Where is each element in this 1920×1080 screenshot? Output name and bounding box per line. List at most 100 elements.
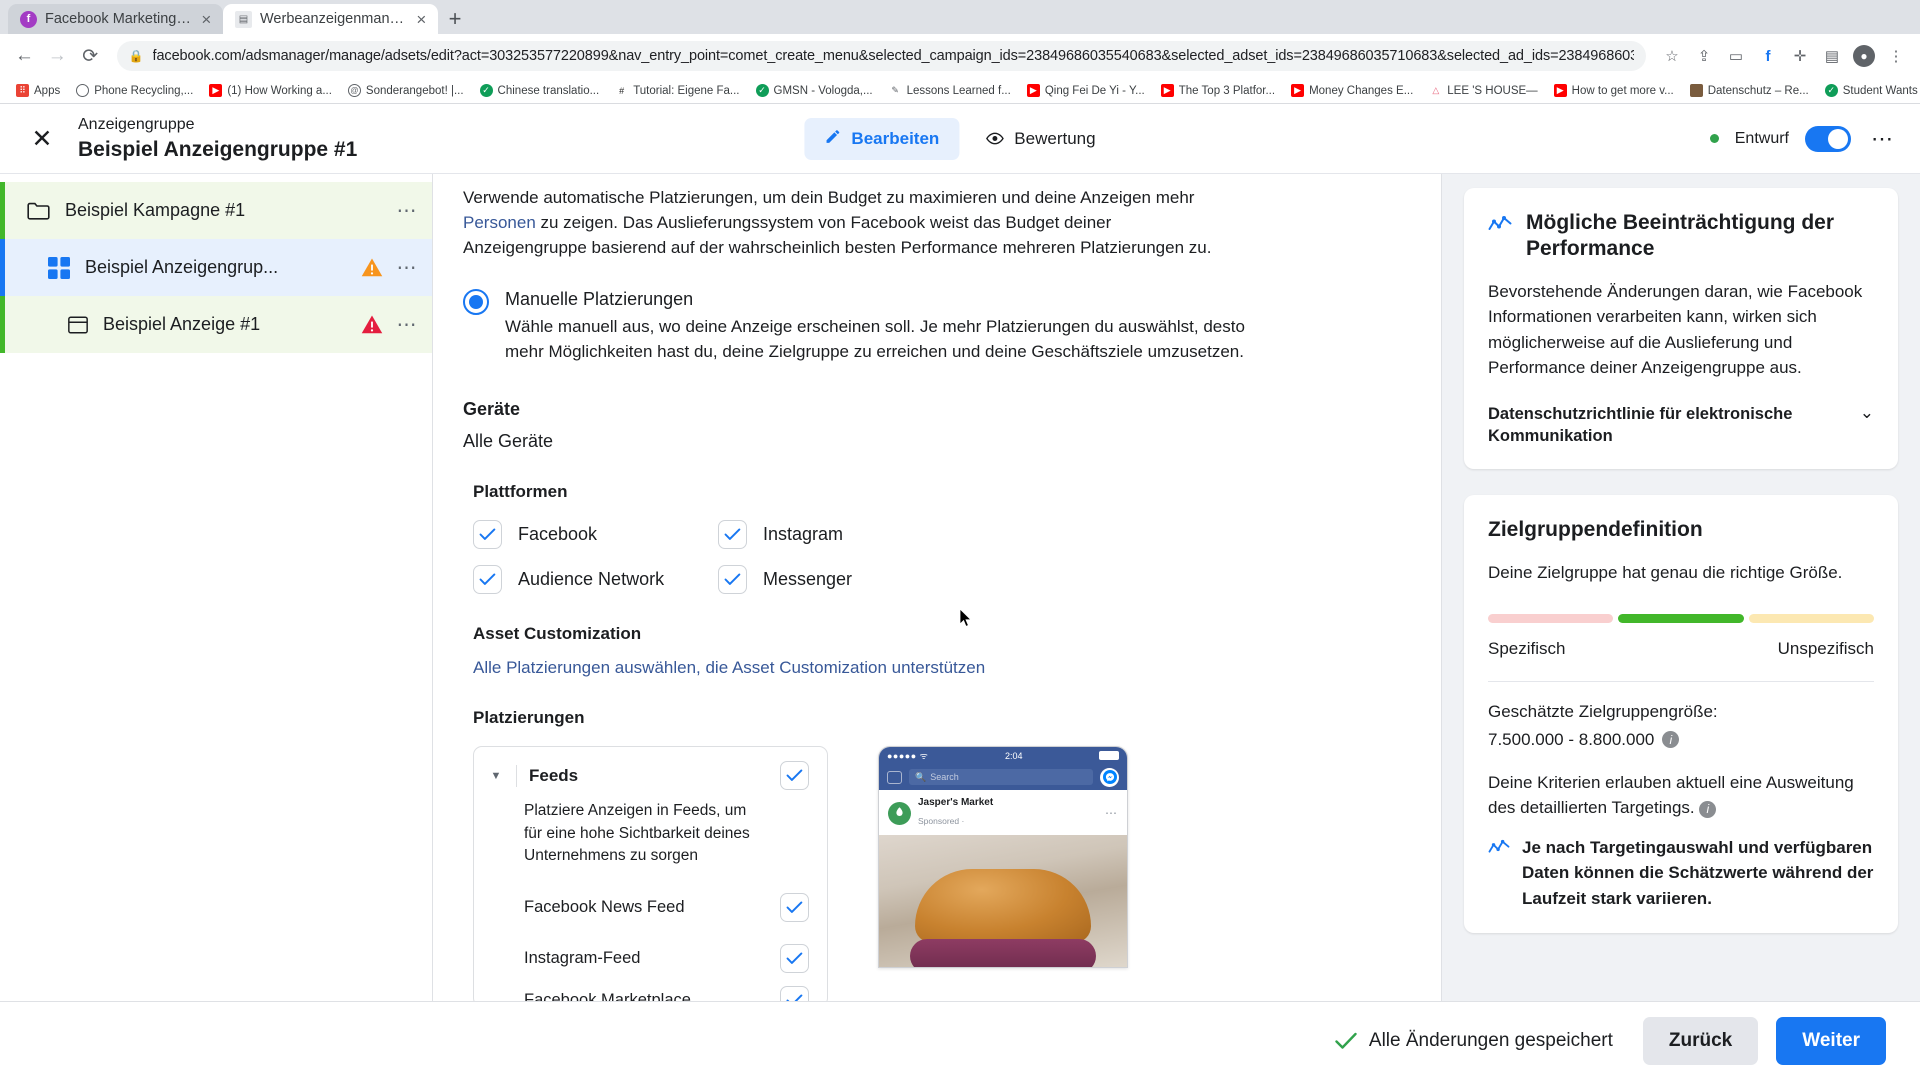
back-button[interactable]: Zurück — [1642, 1017, 1759, 1065]
checkbox-icon[interactable] — [473, 565, 502, 595]
main-scroll-area[interactable]: Verwende automatische Platzierungen, um … — [433, 174, 1441, 1001]
list-icon[interactable]: ▤ — [1818, 42, 1846, 70]
bookmark-item[interactable]: # Tutorial: Eigene Fa... — [607, 80, 747, 102]
warning-triangle-icon[interactable] — [361, 257, 383, 278]
tab-bearbeiten[interactable]: Bearbeiten — [804, 117, 960, 160]
body-row: Beispiel Kampagne #1 ⋯ Beispiel Anzeigen… — [0, 174, 1920, 1001]
platform-checkbox-messenger[interactable]: Messenger — [718, 565, 963, 595]
cast-icon[interactable]: ▭ — [1722, 42, 1750, 70]
performance-card-header: Mögliche Beeinträchtigung der Performanc… — [1488, 210, 1874, 262]
bookmark-item[interactable]: Datenschutz – Re... — [1682, 80, 1817, 102]
placement-row[interactable]: Instagram-Feed — [474, 933, 827, 984]
bookmark-item[interactable]: ⠿ Apps — [8, 80, 68, 102]
sidebar-item-campaign[interactable]: Beispiel Kampagne #1 ⋯ — [0, 182, 432, 239]
sidebar-item-adset[interactable]: Beispiel Anzeigengrup... ⋯ — [0, 239, 432, 296]
tab-bewertung[interactable]: Bewertung — [965, 119, 1115, 159]
address-bar[interactable]: 🔒 facebook.com/adsmanager/manage/adsets/… — [116, 41, 1647, 71]
placement-row[interactable]: Facebook News Feed — [474, 882, 827, 933]
placement-group-header[interactable]: ▼ Feeds — [474, 747, 827, 800]
sidebar-item-ad[interactable]: Beispiel Anzeige #1 ⋯ — [0, 296, 432, 353]
close-icon[interactable]: × — [200, 11, 213, 28]
close-icon[interactable]: ✕ — [22, 119, 62, 159]
burger-filling — [910, 938, 1096, 968]
bookmark-item[interactable]: ✓ Student Wants an... — [1817, 80, 1920, 102]
browser-tab-2[interactable]: ▤ Werbeanzeigenmanager - Wer × — [223, 4, 438, 34]
youtube-icon: ▶ — [1291, 84, 1305, 97]
profile-avatar-icon[interactable]: ● — [1850, 42, 1878, 70]
star-icon[interactable]: ☆ — [1658, 42, 1686, 70]
checkbox-icon[interactable] — [473, 520, 502, 550]
platform-checkbox-instagram[interactable]: Instagram — [718, 520, 963, 550]
forward-arrow-icon[interactable]: → — [43, 41, 72, 71]
checkbox-icon[interactable] — [718, 565, 747, 595]
bookmark-item[interactable]: ▶ How to get more v... — [1546, 80, 1682, 102]
checkbox-icon[interactable] — [780, 892, 809, 922]
estimate-note: Je nach Targetingauswahl und verfügbaren… — [1488, 835, 1874, 912]
bookmark-item[interactable]: Phone Recycling,... — [68, 80, 201, 102]
bookmark-item[interactable]: ▶ Money Changes E... — [1283, 80, 1421, 102]
checkbox-icon[interactable] — [780, 985, 809, 1001]
placement-row[interactable]: Facebook Marketplace — [474, 984, 827, 1001]
bookmark-label: Money Changes E... — [1309, 84, 1414, 97]
more-horizontal-icon[interactable]: ⋯ — [1105, 806, 1118, 820]
browser-tab-1-title: Facebook Marketing & Werbea — [45, 11, 192, 27]
more-horizontal-icon[interactable]: ⋯ — [397, 255, 419, 280]
checkbox-icon[interactable] — [780, 761, 809, 791]
close-icon[interactable]: × — [415, 11, 428, 28]
phone-nav-bar: 🔍 Search — [879, 764, 1127, 791]
puzzle-icon[interactable]: ✛ — [1786, 42, 1814, 70]
next-button[interactable]: Weiter — [1776, 1017, 1886, 1065]
bookmark-item[interactable]: ✓ Chinese translatio... — [472, 80, 608, 102]
chevron-down-icon[interactable]: ⌄ — [1860, 403, 1874, 423]
bookmark-item[interactable]: ▶ The Top 3 Platfor... — [1153, 80, 1283, 102]
bookmark-item[interactable]: ✓ GMSN - Vologda,... — [748, 80, 881, 102]
status-toggle[interactable] — [1805, 125, 1851, 152]
browser-tab-1[interactable]: f Facebook Marketing & Werbea × — [8, 4, 223, 34]
bookmark-item[interactable]: △ LEE 'S HOUSE— — [1421, 80, 1545, 102]
pencil-icon — [824, 128, 841, 150]
phone-time: 2:04 — [1004, 750, 1023, 761]
bookmark-label: GMSN - Vologda,... — [773, 84, 873, 97]
bookmark-item[interactable]: @ Sonderangebot! |... — [340, 80, 472, 102]
at-icon: @ — [347, 84, 361, 97]
placement-row-label: Instagram-Feed — [524, 948, 641, 967]
platform-checkbox-audience-network[interactable]: Audience Network — [473, 565, 718, 595]
devices-value: Alle Geräte — [463, 431, 554, 452]
phone-search-field[interactable]: 🔍 Search — [909, 769, 1093, 786]
hash-icon: # — [615, 84, 629, 97]
bookmark-item[interactable]: ▶ (1) How Working a... — [201, 80, 340, 102]
youtube-icon: ▶ — [1026, 84, 1040, 97]
more-horizontal-icon[interactable]: ⋯ — [397, 312, 419, 337]
meter-segment-specific — [1488, 613, 1614, 623]
bookmark-item[interactable]: ✎ Lessons Learned f... — [881, 80, 1019, 102]
meter-right-label: Unspezifisch — [1777, 638, 1874, 658]
bookmark-item[interactable]: ▶ Qing Fei De Yi - Y... — [1019, 80, 1153, 102]
new-tab-button[interactable]: + — [438, 4, 472, 34]
back-arrow-icon[interactable]: ← — [10, 41, 39, 71]
more-horizontal-icon[interactable]: ⋯ — [1867, 126, 1898, 152]
info-icon[interactable]: i — [1699, 800, 1717, 818]
divider — [516, 764, 517, 787]
reload-icon[interactable]: ⟳ — [76, 41, 105, 71]
status-badge: Entwurf — [1734, 129, 1789, 147]
info-icon[interactable]: i — [1662, 731, 1680, 749]
asset-customization-link[interactable]: Alle Platzierungen auswählen, die Asset … — [473, 658, 1401, 678]
caret-down-icon[interactable]: ▼ — [488, 770, 504, 782]
facebook-icon[interactable]: f — [1754, 42, 1782, 70]
privacy-policy-expander[interactable]: Datenschutzrichtlinie für elektronische … — [1488, 403, 1874, 448]
platform-checkbox-facebook[interactable]: Facebook — [473, 520, 718, 550]
grid-squares-icon — [47, 256, 71, 280]
ad-preview-phone: ●●●●● ᯤ 2:04 🔍 Search Jasper's Market Sp… — [878, 746, 1128, 969]
warning-triangle-icon[interactable] — [361, 314, 383, 335]
checkbox-icon[interactable] — [780, 943, 809, 973]
manual-placement-radio[interactable] — [463, 288, 489, 315]
more-horizontal-icon[interactable]: ⋯ — [397, 198, 419, 223]
phone-post-header: Jasper's Market Sponsored · ⋯ — [879, 790, 1127, 835]
youtube-icon: ▶ — [1553, 84, 1567, 97]
checkbox-icon[interactable] — [718, 520, 747, 550]
estimated-audience-size: Geschätzte Zielgruppengröße: 7.500.000 -… — [1488, 702, 1874, 750]
manual-placement-option[interactable]: Manuelle Platzierungen Wähle manuell aus… — [463, 287, 1283, 365]
personen-link[interactable]: Personen — [463, 213, 536, 232]
share-icon[interactable]: ⇪ — [1690, 42, 1718, 70]
menu-icon[interactable]: ⋮ — [1882, 42, 1910, 70]
